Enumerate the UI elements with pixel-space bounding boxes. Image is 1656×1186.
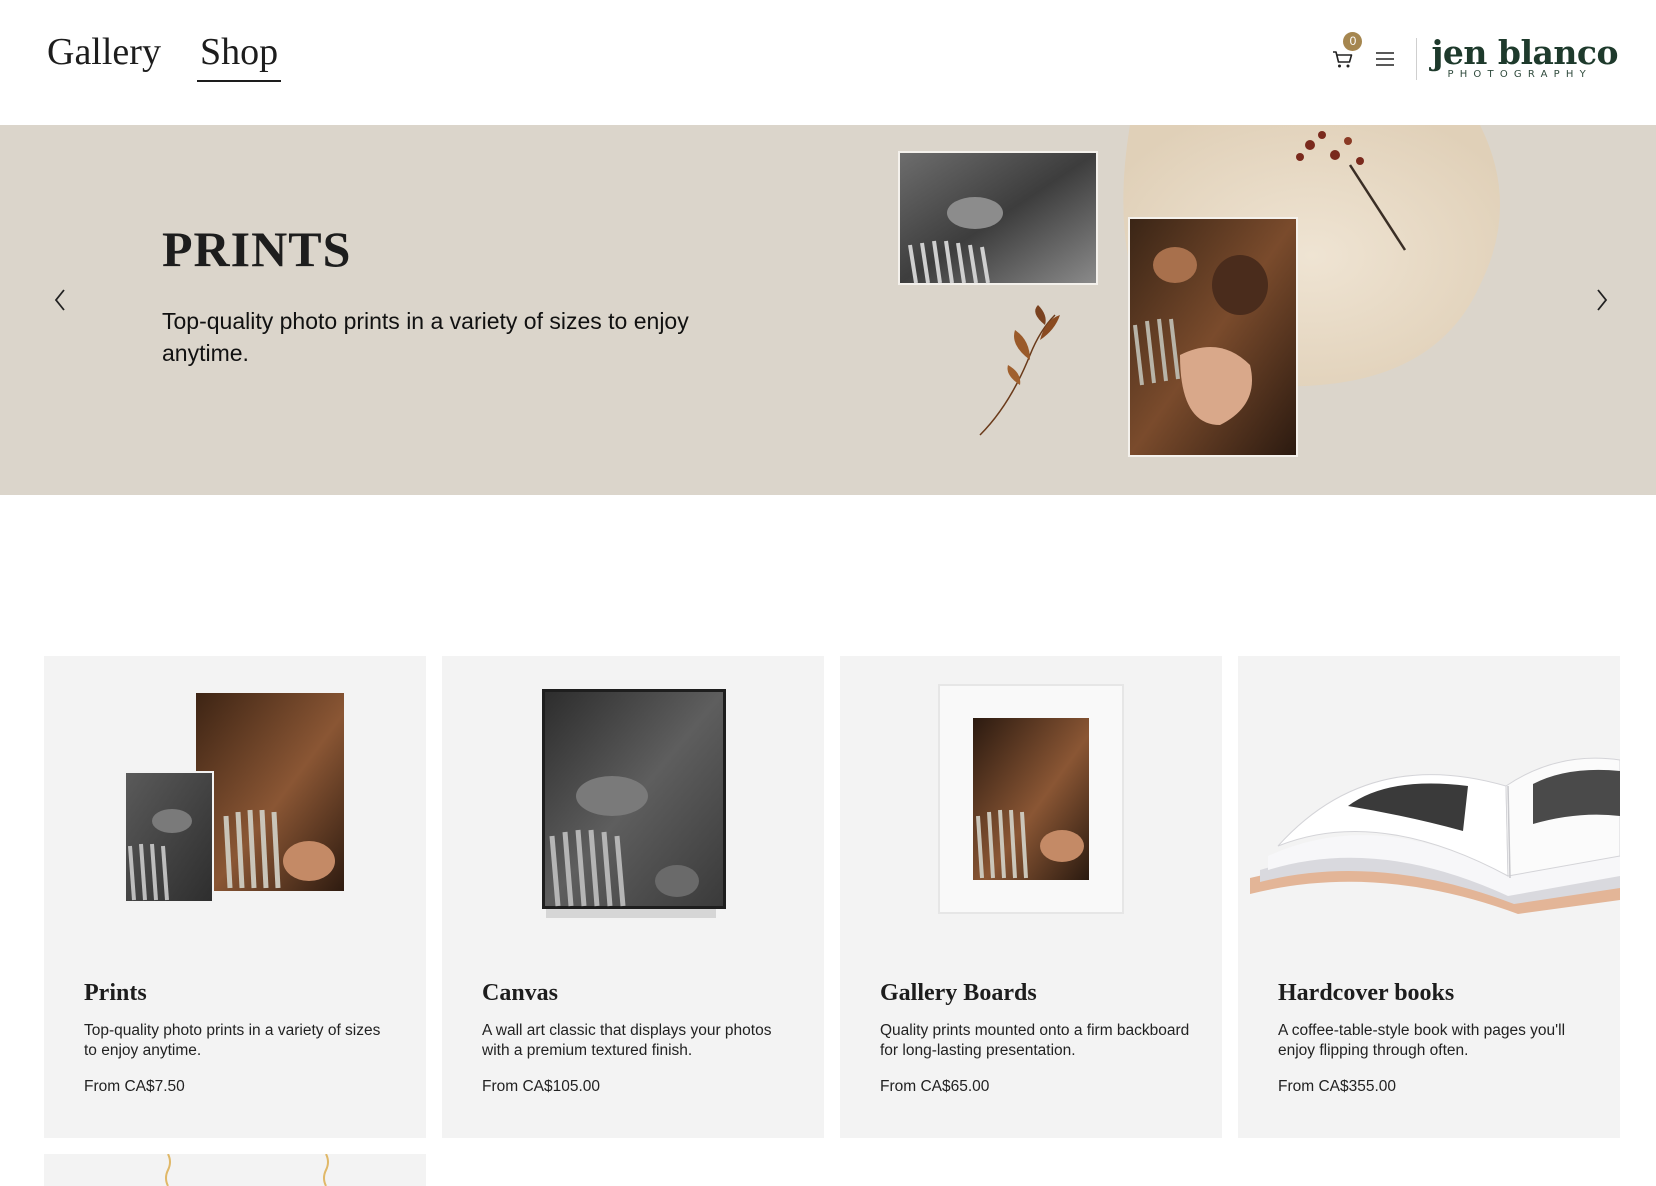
hero-image [898,125,1500,457]
brand-logo[interactable]: jen blanco PHOTOGRAPHY [1431,33,1618,80]
product-price: From CA$105.00 [482,1078,601,1095]
cart-button[interactable]: 0 [1330,32,1363,72]
product-card-next-row[interactable] [44,1154,426,1186]
hero-subtitle: Top-quality photo prints in a variety of… [162,308,689,366]
product-title: Canvas [482,980,559,1006]
product-description: A wall art classic that displays your ph… [482,1022,772,1059]
cart-count-badge: 0 [1343,32,1363,51]
nav-gallery-link[interactable]: Gallery [47,30,161,82]
product-title: Gallery Boards [880,980,1037,1006]
gallery-board-product-image [938,684,1124,914]
hamburger-menu-icon[interactable] [1374,50,1396,68]
canvas-product-image [542,689,726,918]
product-description: A coffee-table-style book with pages you… [1278,1022,1566,1059]
product-title: Hardcover books [1278,980,1455,1006]
hero-banner: PRINTS Top-quality photo prints in a var… [0,125,1656,495]
chevron-left-icon[interactable] [48,285,72,315]
product-card-gallery-boards[interactable]: Gallery Boards Quality prints mounted on… [840,656,1222,1138]
header-divider [1416,38,1418,80]
product-price: From CA$65.00 [880,1078,990,1095]
product-description: Top-quality photo prints in a variety of… [84,1022,381,1059]
chevron-right-icon[interactable] [1590,285,1614,315]
product-card-prints[interactable]: Prints Top-quality photo prints in a var… [44,656,426,1138]
product-card-hardcover-books[interactable]: Hardcover books A coffee-table-style boo… [1238,656,1620,1138]
hardcover-book-product-image [1250,757,1620,914]
header-actions: 0 jen blanco PHOTOGRAPHY [1330,32,1618,82]
product-price: From CA$7.50 [84,1078,185,1095]
site-header: Gallery Shop 0 jen blanco PHOTOGRAPHY [0,0,1656,125]
product-title: Prints [84,980,147,1006]
next-row-product-image [165,1154,329,1186]
hero-title: PRINTS [162,221,352,277]
logo-wordmark: jen blanco [1431,33,1618,72]
logo-tagline: PHOTOGRAPHY [1447,69,1592,80]
main-nav: Gallery Shop [47,30,282,82]
product-grid: Prints Top-quality photo prints in a var… [44,656,1620,1138]
prints-product-image [124,693,344,903]
product-description: Quality prints mounted onto a firm backb… [880,1022,1190,1059]
nav-shop-link[interactable]: Shop [196,30,282,82]
product-card-canvas[interactable]: Canvas A wall art classic that displays … [442,656,824,1138]
product-price: From CA$355.00 [1278,1078,1397,1095]
